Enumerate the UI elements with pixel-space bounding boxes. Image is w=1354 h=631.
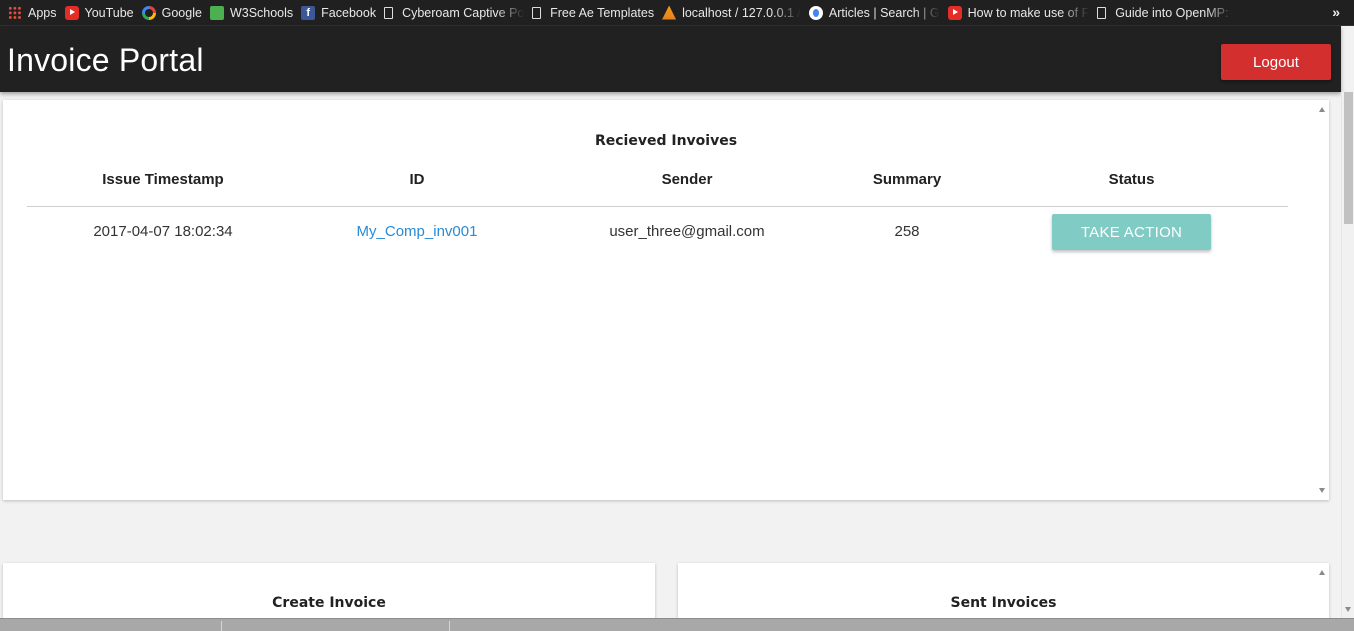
sent-invoices-title: Sent Invoices (950, 595, 1057, 611)
bookmark-cyberoam[interactable]: Cyberoam Captive Po (384, 6, 524, 20)
invoice-id-link[interactable]: My_Comp_inv001 (357, 223, 478, 240)
card-scrollbar[interactable] (1315, 100, 1329, 500)
bookmarks-bar: Apps YouTube Google W3Schools f Facebook… (0, 0, 1354, 26)
bookmark-label: YouTube (84, 5, 134, 20)
take-action-button[interactable]: TAKE ACTION (1052, 214, 1211, 250)
create-invoice-card: Create Invoice (3, 563, 655, 623)
bookmark-label: Cyberoam Captive Po (402, 5, 525, 20)
articles-icon (808, 5, 823, 20)
youtube-icon (947, 5, 962, 20)
bottom-shelf (0, 618, 1354, 631)
row-timestamp: 2017-04-07 18:02:34 (93, 223, 233, 240)
bookmark-google[interactable]: Google (141, 5, 202, 20)
google-icon (141, 5, 156, 20)
bookmark-label: Free Ae Templates (550, 5, 655, 20)
row-id-cell: My_Comp_inv001 (299, 208, 535, 268)
bookmark-label: Guide into OpenMP: E (1115, 5, 1234, 20)
column-header-id: ID (409, 171, 425, 188)
more-bookmarks-chevron-icon[interactable]: » (1332, 4, 1340, 20)
row-status-cell: TAKE ACTION (975, 208, 1288, 268)
bookmark-label: Articles | Search | G (828, 5, 940, 20)
scroll-down-arrow-icon[interactable] (1345, 607, 1351, 612)
facebook-icon: f (301, 5, 316, 20)
page-icon (384, 6, 394, 19)
bookmark-label: localhost / 127.0.0.1 / (682, 5, 801, 20)
scroll-down-arrow-icon[interactable] (1319, 488, 1325, 493)
create-invoice-title: Create Invoice (272, 595, 386, 611)
scrollbar-thumb[interactable] (1344, 92, 1353, 224)
logout-button[interactable]: Logout (1221, 44, 1331, 80)
bookmark-label: Google (161, 5, 202, 20)
bookmark-localhost[interactable]: localhost / 127.0.0.1 / (662, 5, 801, 20)
received-invoices-title: Recieved Invoives (594, 133, 738, 149)
bookmark-apps[interactable]: Apps (8, 5, 57, 20)
page-icon (532, 6, 542, 19)
card-scrollbar[interactable] (1315, 563, 1329, 623)
sent-invoices-card: Sent Invoices (678, 563, 1329, 623)
w3schools-icon (209, 5, 224, 20)
row-sender: user_three@gmail.com (609, 223, 765, 240)
bookmark-w3schools[interactable]: W3Schools (209, 5, 294, 20)
page-scrollbar[interactable] (1341, 92, 1354, 618)
column-header-sender: Sender (661, 171, 713, 188)
row-summary: 258 (894, 223, 920, 240)
column-header-status: Status (1108, 171, 1155, 188)
bookmark-articles[interactable]: Articles | Search | G (808, 5, 940, 20)
youtube-icon (64, 5, 79, 20)
bookmark-label: W3Schools (229, 5, 294, 20)
page-icon (1097, 6, 1107, 19)
scroll-up-arrow-icon[interactable] (1319, 570, 1325, 575)
bookmark-facebook[interactable]: f Facebook (301, 5, 377, 20)
app-header: Invoice Portal Logout (0, 26, 1341, 92)
table-row: 2017-04-07 18:02:34 My_Comp_inv001 user_… (27, 208, 1288, 268)
bookmark-free-ae-templates[interactable]: Free Ae Templates (532, 6, 654, 20)
bookmark-label: Apps (28, 5, 57, 20)
bookmark-youtube[interactable]: YouTube (64, 5, 134, 20)
table-header: Issue Timestamp ID Sender Summary Status (27, 171, 1288, 207)
apps-grid-icon (8, 5, 22, 20)
page-title: Invoice Portal (7, 42, 204, 78)
received-invoices-card: Recieved Invoives Issue Timestamp ID Sen… (3, 100, 1329, 500)
column-header-summary: Summary (872, 171, 942, 188)
column-header-issue-timestamp: Issue Timestamp (102, 171, 224, 188)
scroll-up-arrow-icon[interactable] (1319, 107, 1325, 112)
bookmark-openmp[interactable]: Guide into OpenMP: E (1097, 6, 1233, 20)
phpmyadmin-icon (662, 5, 677, 20)
bookmark-how-to[interactable]: How to make use of F (947, 5, 1090, 20)
bookmark-label: Facebook (321, 5, 377, 20)
bookmark-label: How to make use of F (967, 5, 1090, 20)
